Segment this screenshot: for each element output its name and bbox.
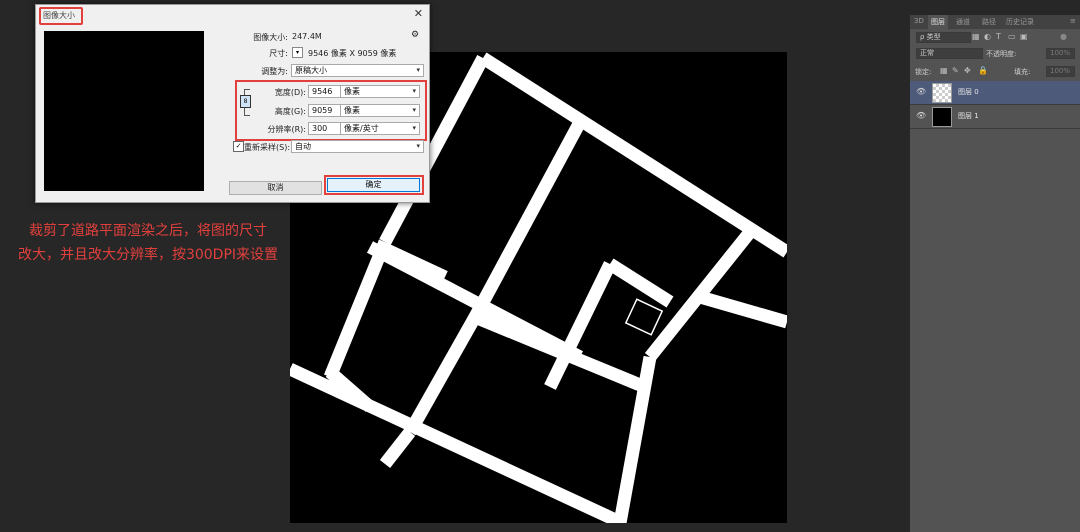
lock-transparent-icon[interactable]: ▦	[940, 66, 948, 75]
layer-name: 图层 1	[958, 112, 979, 120]
image-size-value: 247.4M	[292, 32, 322, 41]
filter-shape-icon[interactable]: ▭	[1008, 32, 1016, 41]
filter-type-icon[interactable]: T	[996, 32, 1001, 41]
layer-filter-select[interactable]: ρ 类型	[916, 32, 971, 43]
resample-select[interactable]: 自动 ▾	[291, 140, 424, 153]
layer-row-1[interactable]: 👁 图层 1	[910, 105, 1080, 129]
chevron-down-icon: ▾	[416, 142, 420, 150]
resample-value: 自动	[295, 142, 311, 151]
resample-label: 重新采样(S):	[244, 143, 291, 152]
filter-smart-icon[interactable]: ▣	[1020, 32, 1028, 41]
tab-channels[interactable]: 通道	[956, 17, 970, 27]
link-line-bottom	[244, 115, 250, 116]
filter-toggle-icon[interactable]: ●	[1060, 32, 1067, 41]
fit-to-label: 调整为:	[261, 67, 288, 76]
lock-position-icon[interactable]: ✥	[964, 66, 971, 75]
ok-button[interactable]: 确定	[327, 178, 420, 192]
height-unit-value: 像素	[344, 106, 360, 115]
height-label: 高度(G):	[274, 107, 306, 116]
eye-icon[interactable]: 👁	[916, 87, 926, 96]
layer-thumbnail	[932, 83, 952, 103]
width-unit-value: 像素	[344, 87, 360, 96]
filter-pixel-icon[interactable]: ▦	[972, 32, 980, 41]
image-preview[interactable]	[44, 31, 204, 191]
height-unit-select[interactable]: 像素 ▾	[340, 104, 420, 117]
layers-panel: 3D 图层 通道 路径 历史记录 ≡ ρ 类型 ▦ ◐ T ▭ ▣ ● 正常 不…	[910, 15, 1080, 532]
resample-checkbox[interactable]: ✓	[233, 141, 244, 152]
blend-mode-select[interactable]: 正常	[916, 48, 983, 59]
lock-label: 锁定:	[915, 68, 932, 76]
opacity-input[interactable]: 100%	[1046, 48, 1075, 59]
fill-input[interactable]: 100%	[1046, 66, 1075, 77]
annotation-line-1: 裁剪了道路平面渲染之后，将图的尺寸	[29, 223, 267, 239]
chevron-down-icon: ▾	[412, 106, 416, 114]
layer-row-0[interactable]: 👁 图层 0	[910, 81, 1080, 105]
lock-all-icon[interactable]: 🔒	[978, 66, 988, 75]
tab-layers[interactable]: 图层	[928, 15, 948, 29]
resolution-unit-select[interactable]: 像素/英寸 ▾	[340, 122, 420, 135]
tab-history[interactable]: 历史记录	[1006, 17, 1034, 27]
chevron-down-icon: ▾	[412, 124, 416, 132]
dimensions-dropdown-icon[interactable]: ▾	[292, 47, 303, 58]
resolution-unit-value: 像素/英寸	[344, 124, 379, 133]
tab-3d[interactable]: 3D	[914, 17, 924, 25]
fill-label: 填充:	[1014, 68, 1031, 76]
constrain-proportions-icon[interactable]: 8	[240, 95, 251, 108]
layer-name: 图层 0	[958, 88, 979, 96]
image-size-dialog: 图像大小 ✕ 图像大小: 247.4M ⚙ 尺寸: ▾ 9546 像素 X 90…	[35, 4, 430, 203]
fit-to-select[interactable]: 原稿大小 ▾	[291, 64, 424, 77]
chevron-down-icon: ▾	[412, 87, 416, 95]
resolution-label: 分辨率(R):	[267, 125, 307, 134]
eye-icon[interactable]: 👁	[916, 111, 926, 120]
image-size-label: 图像大小:	[253, 33, 288, 42]
layer-thumbnail	[932, 107, 952, 127]
opacity-label: 不透明度:	[986, 50, 1017, 58]
filter-adjust-icon[interactable]: ◐	[984, 32, 991, 41]
panel-tabs: 3D 图层 通道 路径 历史记录 ≡	[910, 15, 1080, 29]
chevron-down-icon: ▾	[416, 66, 420, 74]
lock-pixels-icon[interactable]: ✎	[952, 66, 959, 75]
close-icon[interactable]: ✕	[414, 7, 423, 20]
fit-to-value: 原稿大小	[295, 66, 327, 75]
gear-icon[interactable]: ⚙	[411, 30, 419, 40]
cancel-button[interactable]: 取消	[229, 181, 322, 195]
tab-paths[interactable]: 路径	[982, 17, 996, 27]
annotation-line-2: 改大，并且改大分辨率，按300DPI来设置	[17, 247, 279, 263]
width-unit-select[interactable]: 像素 ▾	[340, 85, 420, 98]
dimensions-value: 9546 像素 X 9059 像素	[308, 49, 397, 58]
width-label: 宽度(D):	[274, 88, 306, 97]
panel-menu-icon[interactable]: ≡	[1070, 17, 1076, 25]
annotation-text: 裁剪了道路平面渲染之后，将图的尺寸 改大，并且改大分辨率，按300DPI来设置	[8, 219, 288, 267]
dialog-title: 图像大小	[39, 7, 83, 25]
dimensions-label: 尺寸:	[269, 49, 288, 58]
